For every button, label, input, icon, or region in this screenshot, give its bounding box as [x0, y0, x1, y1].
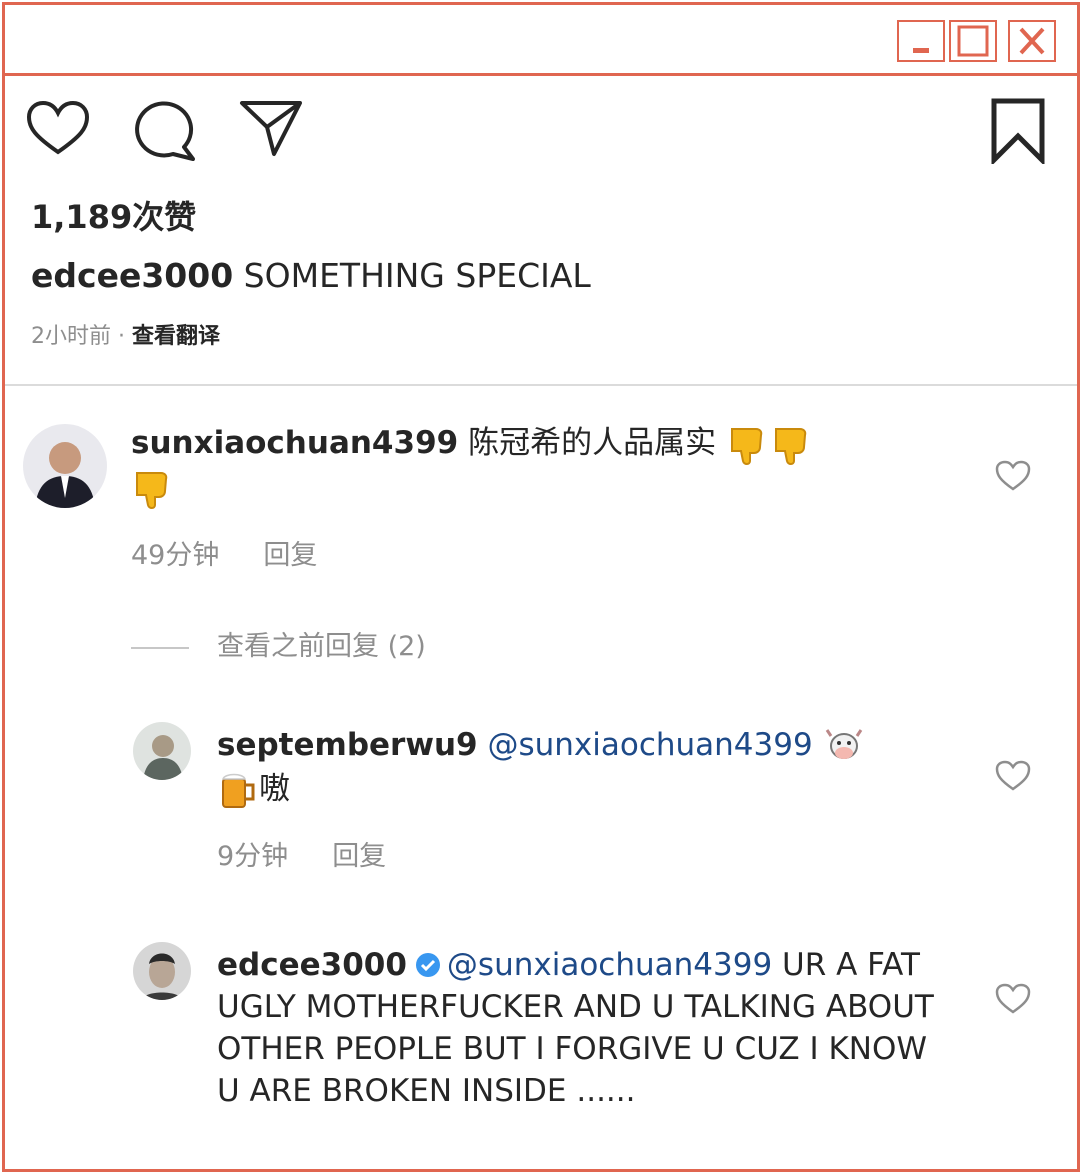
reply-mention[interactable]: @sunxiaochuan4399	[478, 727, 812, 763]
minimize-button[interactable]	[897, 20, 945, 62]
like-heart-icon[interactable]	[25, 100, 91, 158]
reply-text: septemberwu9 @sunxiaochuan4399 嗷	[217, 724, 937, 811]
caption-username[interactable]: edcee3000	[31, 256, 233, 295]
comment-text: sunxiaochuan4399 陈冠希的人品属实	[131, 422, 911, 511]
verified-badge-icon	[415, 952, 440, 977]
view-previous-label: 查看之前回复 (2)	[217, 631, 426, 662]
see-translation-link[interactable]: 查看翻译	[132, 324, 220, 349]
comment-like-heart-icon[interactable]	[995, 983, 1031, 1015]
divider	[5, 384, 1077, 386]
bookmark-icon[interactable]	[989, 98, 1047, 164]
post-meta: 2小时前 · 查看翻译	[31, 318, 220, 350]
post-content: 1,189次赞 edcee3000 SOMETHING SPECIAL 2小时前…	[5, 76, 1077, 1169]
reply-username[interactable]: edcee3000	[217, 947, 407, 983]
window-frame: 1,189次赞 edcee3000 SOMETHING SPECIAL 2小时前…	[2, 2, 1080, 1172]
meta-separator: ·	[111, 324, 132, 349]
reply-username[interactable]: septemberwu9	[217, 727, 478, 763]
close-button[interactable]	[1008, 20, 1056, 62]
likes-count[interactable]: 1,189次赞	[31, 192, 196, 238]
reply-text: edcee3000 @sunxiaochuan4399 UR A FAT UGLY…	[217, 944, 947, 1112]
avatar-photo-icon	[133, 942, 191, 1000]
avatar[interactable]	[133, 722, 191, 780]
comment-body: 陈冠希的人品属实	[458, 425, 717, 461]
reply-button[interactable]: 回复	[263, 540, 317, 571]
avatar[interactable]	[23, 424, 107, 508]
share-paperplane-icon[interactable]	[238, 98, 304, 158]
caption-text: SOMETHING SPECIAL	[233, 256, 591, 295]
comment-username[interactable]: sunxiaochuan4399	[131, 425, 458, 461]
thumbs-down-emoji-icon	[774, 427, 807, 465]
post-time: 2小时前	[31, 324, 111, 349]
post-caption: edcee3000 SOMETHING SPECIAL	[31, 256, 591, 295]
comment-like-heart-icon[interactable]	[995, 460, 1031, 492]
reply-body: 嗷	[259, 770, 290, 807]
comment-meta: 49分钟 回复	[131, 533, 361, 572]
minimize-icon	[913, 48, 929, 53]
title-bar	[5, 5, 1077, 76]
maximize-icon	[957, 25, 989, 57]
view-previous-replies[interactable]: 查看之前回复 (2)	[131, 624, 426, 663]
avatar-photo-icon	[23, 424, 107, 508]
reply-button[interactable]: 回复	[332, 841, 386, 872]
maximize-button[interactable]	[949, 20, 997, 62]
comment-time: 49分钟	[131, 540, 220, 571]
close-icon	[1019, 27, 1045, 55]
beer-mug-emoji-icon	[221, 773, 255, 808]
cow-face-emoji-icon	[825, 728, 862, 759]
comment-bubble-icon[interactable]	[133, 100, 199, 162]
replies-line	[131, 646, 189, 649]
reply-meta: 9分钟 回复	[217, 834, 430, 873]
avatar[interactable]	[133, 942, 191, 1000]
avatar-photo-icon	[133, 722, 191, 780]
thumbs-down-emoji-icon	[730, 427, 763, 465]
thumbs-down-emoji-icon	[136, 472, 168, 509]
comment-like-heart-icon[interactable]	[995, 760, 1031, 792]
reply-mention[interactable]: @sunxiaochuan4399	[447, 947, 772, 983]
reply-time: 9分钟	[217, 841, 289, 872]
